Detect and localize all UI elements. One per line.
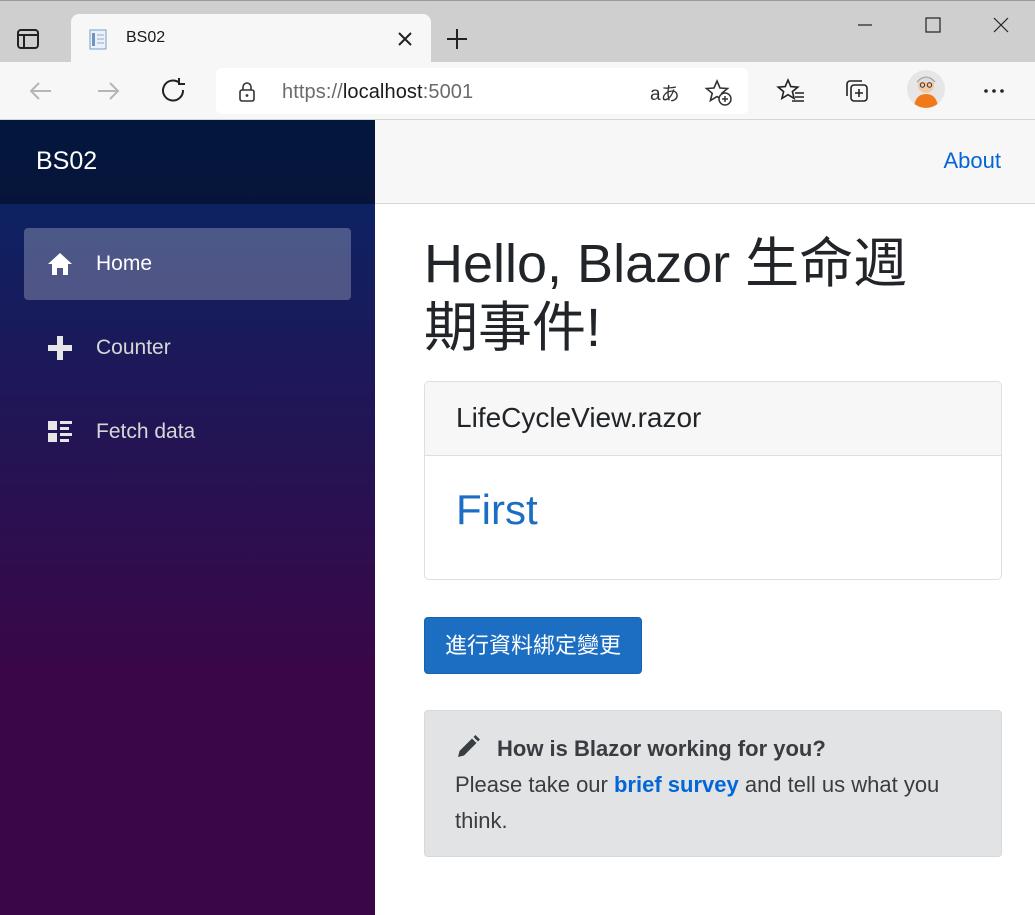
url-host: localhost xyxy=(342,81,423,103)
forward-icon[interactable] xyxy=(93,76,123,106)
maximize-icon[interactable] xyxy=(910,7,956,43)
tab-title: BS02 xyxy=(126,29,166,46)
refresh-icon[interactable] xyxy=(159,76,189,106)
url-port: :5001 xyxy=(422,81,474,103)
main-content: Hello, Blazor 生命週 期事件! LifeCycleView.raz… xyxy=(424,204,1002,857)
survey-heading: How is Blazor working for you? xyxy=(497,736,826,761)
browser-toolbar: https://localhost:5001 aあ xyxy=(0,62,1035,120)
lifecycle-card: LifeCycleView.razor First xyxy=(424,381,1002,580)
home-icon xyxy=(46,250,74,278)
survey-link[interactable]: brief survey xyxy=(614,772,739,797)
collections-icon[interactable] xyxy=(842,76,872,106)
url-scheme: https:// xyxy=(282,81,343,103)
card-value: First xyxy=(456,486,538,533)
brand-bar: BS02 xyxy=(0,120,375,204)
page-favicon-icon xyxy=(87,27,111,51)
new-tab-icon[interactable] xyxy=(443,25,471,53)
browser-titlebar: BS02 xyxy=(0,0,1035,64)
nav-item-label: Home xyxy=(96,252,153,275)
translate-icon[interactable]: aあ xyxy=(650,79,680,106)
top-row: About xyxy=(375,120,1035,204)
more-options-icon[interactable] xyxy=(979,76,1009,106)
favorites-icon[interactable] xyxy=(776,76,806,106)
profile-avatar[interactable] xyxy=(907,70,945,108)
nav-item-label: Fetch data xyxy=(96,420,196,443)
card-header: LifeCycleView.razor xyxy=(425,382,1001,456)
nav-item-counter[interactable]: Counter xyxy=(24,312,351,384)
close-window-icon[interactable] xyxy=(978,7,1024,43)
survey-prompt: How is Blazor working for you? Please ta… xyxy=(424,710,1002,857)
page-title-line1: Hello, Blazor 生命週 xyxy=(424,234,908,294)
list-rich-icon xyxy=(46,418,74,446)
url-text[interactable]: https://localhost:5001 xyxy=(282,81,473,104)
nav-item-fetch-data[interactable]: Fetch data xyxy=(24,396,351,468)
brand-title[interactable]: BS02 xyxy=(36,147,97,176)
page-title-line2: 期事件! xyxy=(424,298,602,358)
data-binding-change-button[interactable]: 進行資料綁定變更 xyxy=(424,617,643,674)
about-link[interactable]: About xyxy=(944,148,1002,174)
nav-menu: Home Counter Fetch data xyxy=(24,228,351,480)
minimize-icon[interactable] xyxy=(842,7,888,43)
sidebar: BS02 Home Counter Fetch data xyxy=(0,120,375,915)
nav-item-home[interactable]: Home xyxy=(24,228,351,300)
browser-tab[interactable]: BS02 xyxy=(71,14,431,64)
plus-icon xyxy=(46,334,74,362)
page-title: Hello, Blazor 生命週 期事件! xyxy=(424,232,1002,360)
close-tab-icon[interactable] xyxy=(393,27,417,51)
address-bar[interactable]: https://localhost:5001 aあ xyxy=(216,68,748,114)
add-favorite-icon[interactable] xyxy=(704,78,732,106)
pencil-icon xyxy=(455,734,481,760)
back-icon[interactable] xyxy=(26,76,56,106)
survey-text-before: Please take our xyxy=(455,772,614,797)
lock-icon[interactable] xyxy=(236,81,258,103)
nav-item-label: Counter xyxy=(96,336,171,359)
tab-actions-icon[interactable] xyxy=(14,25,42,53)
